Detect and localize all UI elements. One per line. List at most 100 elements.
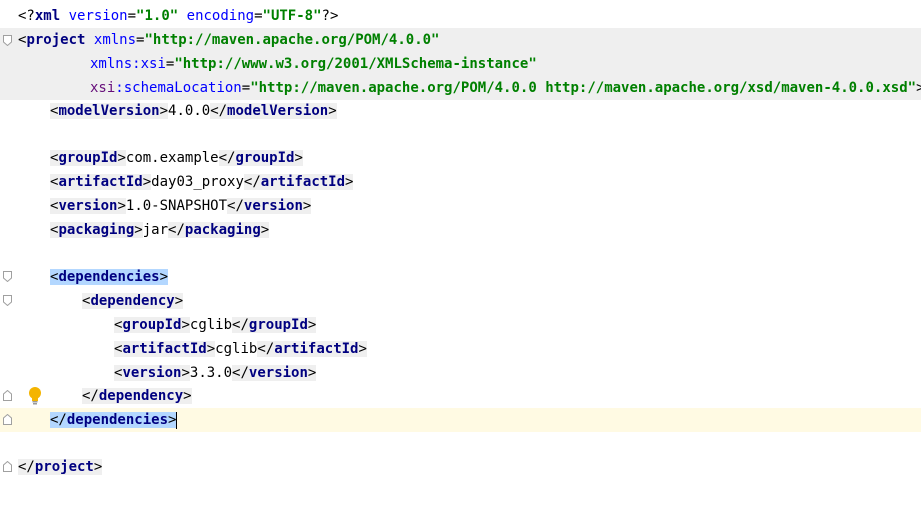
gt: > [117, 150, 126, 166]
code-editor[interactable]: <?xml version="1.0" encoding="UTF-8"?> <… [0, 0, 921, 490]
tag-version-open: version [58, 198, 118, 214]
pi-close: ?> [321, 8, 339, 24]
lt-slash: </ [168, 222, 185, 238]
artifact-id-value: day03_proxy [151, 174, 244, 190]
gt: > [916, 80, 921, 96]
attr-xsi: xsi [140, 56, 166, 72]
tag-artifact-id-open: artifactId [58, 174, 143, 190]
gt: > [307, 365, 317, 381]
tag-project: project [26, 32, 86, 48]
text-caret [176, 411, 178, 429]
lt-slash: </ [227, 198, 244, 214]
gt: > [183, 388, 192, 404]
tag-group-id-open: groupId [58, 150, 118, 166]
fold-marker-icon[interactable] [3, 35, 12, 46]
gt: > [181, 365, 190, 381]
code-line-2[interactable]: <project xmlns="http://maven.apache.org/… [0, 28, 921, 52]
equals: = [241, 80, 251, 96]
value-xsi: "http://www.w3.org/2001/XMLSchema-instan… [174, 56, 537, 72]
value-encoding: "UTF-8" [262, 8, 322, 24]
fold-marker-icon[interactable] [3, 414, 12, 425]
dep-group-id-value: cglib [189, 317, 233, 333]
colon: : [115, 80, 124, 96]
tag-dependencies-close: dependencies [66, 412, 169, 428]
code-line-7[interactable]: <groupId>com.example</groupId> [0, 146, 921, 170]
gt: > [307, 317, 317, 333]
tag-model-version-close: modelVersion [227, 103, 329, 119]
equals: = [254, 8, 263, 24]
lt-slash: </ [232, 317, 249, 333]
lt-slash: </ [50, 412, 67, 428]
tag-dependency-open: dependency [90, 293, 175, 309]
code-line-15[interactable]: <artifactId>cglib</artifactId> [0, 337, 921, 361]
dep-artifact-id-value: cglib [215, 341, 258, 357]
code-line-17[interactable]: </dependency> [0, 384, 921, 408]
tag-dep-group-id-close: groupId [248, 317, 308, 333]
tag-project-close: project [34, 459, 94, 475]
tag-dependencies-open: dependencies [58, 269, 160, 285]
attr-schema-location: schemaLocation [123, 80, 242, 96]
fold-marker-icon[interactable] [3, 271, 12, 282]
fold-marker-icon[interactable] [3, 461, 12, 472]
version-value: 1.0-SNAPSHOT [125, 198, 228, 214]
fold-marker-icon[interactable] [3, 295, 12, 306]
gt: > [358, 341, 367, 357]
gt: > [117, 198, 126, 214]
value-version: "1.0" [136, 8, 179, 24]
attr-xmlns: xmlns [93, 32, 137, 48]
tag-group-id-close: groupId [235, 150, 295, 166]
attr-encoding: encoding [186, 8, 255, 24]
matched-tag-highlight: </dependencies> [50, 412, 177, 428]
lt-slash: </ [218, 150, 236, 166]
tag-dep-group-id-open: groupId [122, 317, 182, 333]
gt: > [302, 198, 312, 214]
tag-dependency-close: dependency [98, 388, 184, 404]
gt: > [159, 103, 169, 119]
lt-slash: </ [243, 174, 261, 190]
colon: : [132, 56, 141, 72]
code-line-12[interactable]: <dependencies> [0, 265, 921, 289]
value-schema-location: "http://maven.apache.org/POM/4.0.0 http:… [250, 80, 917, 96]
gt: > [174, 293, 184, 309]
equals: = [127, 8, 137, 24]
group-id-value: com.example [125, 150, 219, 166]
gt: > [294, 150, 303, 166]
lt-slash: </ [82, 388, 99, 404]
gt: > [142, 174, 152, 190]
code-line-9[interactable]: <version>1.0-SNAPSHOT</version> [0, 194, 921, 218]
lt-slash: </ [18, 459, 35, 475]
tag-dep-version-close: version [248, 365, 308, 381]
tag-packaging-open: packaging [58, 222, 135, 238]
gt: > [345, 174, 354, 190]
code-line-16[interactable]: <version>3.3.0</version> [0, 361, 921, 385]
code-line-14[interactable]: <groupId>cglib</groupId> [0, 313, 921, 337]
gt: > [260, 222, 270, 238]
code-line-18[interactable]: </dependencies> [0, 408, 921, 432]
gt: > [206, 341, 216, 357]
matched-tag-highlight: <dependencies> [50, 269, 169, 285]
model-version-value: 4.0.0 [168, 103, 211, 119]
tag-dep-artifact-id-close: artifactId [274, 341, 359, 357]
ns-xmlns: xmlns [90, 56, 133, 72]
value-xmlns: "http://maven.apache.org/POM/4.0.0" [144, 32, 440, 48]
lightbulb-icon[interactable] [27, 386, 43, 406]
xml-decl: xml [34, 8, 61, 24]
code-line-20[interactable]: </project> [0, 455, 921, 479]
tag-artifact-id-close: artifactId [260, 174, 346, 190]
fold-marker-icon[interactable] [3, 390, 12, 401]
tag-version-close: version [243, 198, 303, 214]
gt: > [93, 459, 103, 475]
ns-xsi: xsi [90, 80, 116, 96]
code-line-8[interactable]: <artifactId>day03_proxy</artifactId> [0, 170, 921, 194]
dep-version-value: 3.3.0 [189, 365, 233, 381]
code-line-13[interactable]: <dependency> [0, 289, 921, 313]
tag-dep-artifact-id-open: artifactId [122, 341, 207, 357]
code-line-1[interactable]: <?xml version="1.0" encoding="UTF-8"?> [0, 4, 921, 28]
code-line-5[interactable]: <modelVersion>4.0.0</modelVersion> [0, 99, 921, 123]
code-line-10[interactable]: <packaging>jar</packaging> [0, 218, 921, 242]
code-line-3[interactable]: xmlns:xsi="http://www.w3.org/2001/XMLSch… [0, 52, 921, 76]
gt: > [168, 412, 177, 428]
tag-packaging-close: packaging [184, 222, 261, 238]
code-line-4[interactable]: xsi:schemaLocation="http://maven.apache.… [0, 76, 921, 100]
tag-model-version-open: modelVersion [58, 103, 160, 119]
